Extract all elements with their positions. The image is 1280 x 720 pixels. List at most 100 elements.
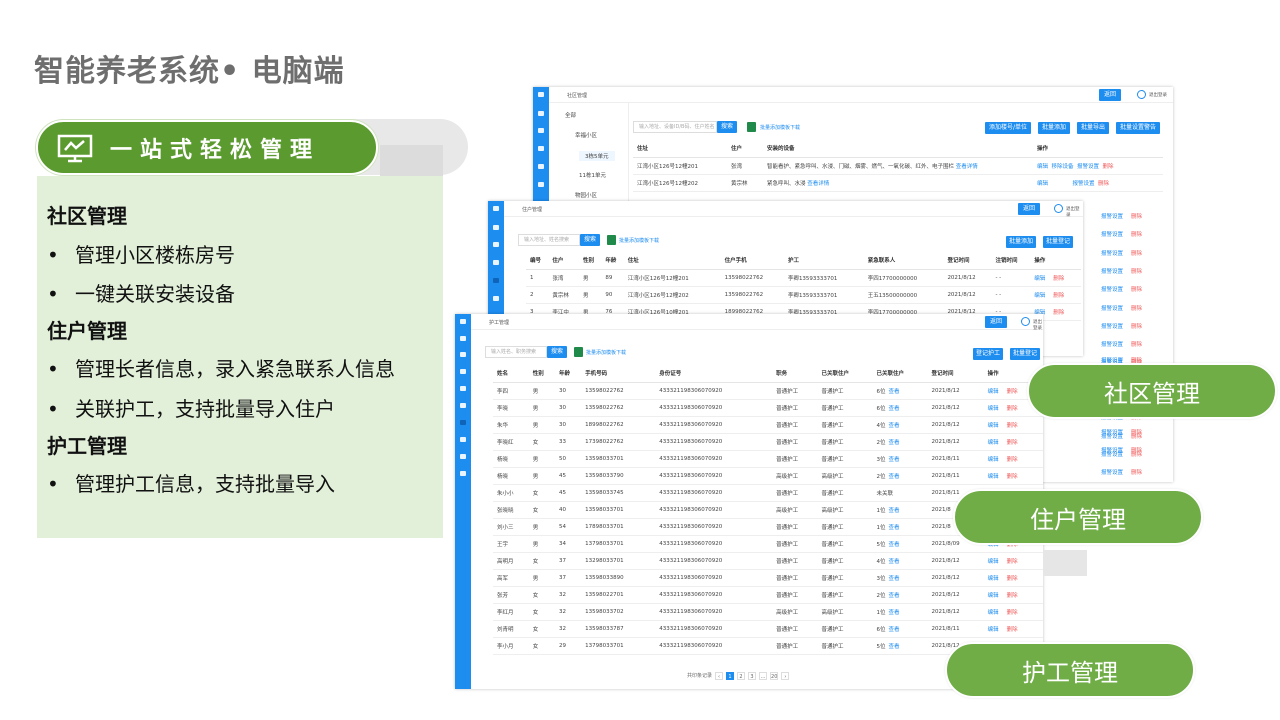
batch-export-button[interactable]: 批量导出 [1077, 122, 1109, 134]
batch-register-button[interactable]: 批量登记 [1010, 348, 1040, 360]
page-button[interactable]: 20 [770, 672, 779, 680]
delete-link[interactable]: 删除 [1131, 306, 1142, 312]
delete-link[interactable]: 删除 [1007, 457, 1018, 463]
message-icon[interactable] [493, 225, 499, 230]
delete-link[interactable]: 删除 [1007, 576, 1018, 582]
search-input[interactable]: 输入地址、姓名搜索 [518, 234, 580, 246]
edit-link[interactable]: 编辑 [988, 610, 999, 616]
edit-link[interactable]: 编辑 [1037, 164, 1048, 170]
delete-link[interactable]: 删除 [1007, 627, 1018, 633]
delete-link[interactable]: 删除 [1007, 474, 1018, 480]
edit-link[interactable]: 编辑 [988, 593, 999, 599]
tree-item[interactable]: 11栋1单元 [579, 171, 606, 179]
view-link[interactable]: 查看 [888, 508, 899, 514]
template-download-link[interactable]: 批量添加模板下载 [760, 124, 800, 131]
document-icon[interactable] [538, 182, 544, 187]
page-button[interactable]: 1 [726, 672, 735, 680]
batch-register-button[interactable]: 批量登记 [1043, 236, 1073, 248]
gear-icon[interactable] [460, 454, 466, 459]
user-icon[interactable] [538, 164, 544, 169]
delete-link[interactable]: 删除 [1131, 269, 1142, 275]
tree-item[interactable]: 幸福小区 [575, 131, 597, 139]
delete-link[interactable]: 删除 [1131, 251, 1142, 257]
delete-link[interactable]: 删除 [1007, 389, 1018, 395]
settings-icon[interactable] [493, 260, 499, 265]
view-details-link[interactable]: 查看详情 [807, 181, 829, 187]
alarm-settings-link[interactable]: 报警设置 [1101, 430, 1123, 436]
view-link[interactable]: 查看 [888, 457, 899, 463]
view-link[interactable]: 查看 [888, 610, 899, 616]
edit-link[interactable]: 编辑 [988, 576, 999, 582]
delete-link[interactable]: 删除 [1131, 232, 1142, 238]
delete-link[interactable]: 删除 [1007, 440, 1018, 446]
avatar-icon[interactable] [1021, 317, 1030, 326]
edit-link[interactable]: 编辑 [988, 423, 999, 429]
batch-add-button[interactable]: 批量添加 [1006, 236, 1036, 248]
alarm-settings-link[interactable]: 报警设置 [1101, 306, 1123, 312]
tree-item[interactable]: 物园小区 [575, 191, 597, 199]
edit-link[interactable]: 编辑 [988, 457, 999, 463]
search-button[interactable]: 搜索 [717, 121, 737, 133]
view-link[interactable]: 查看 [888, 474, 899, 480]
delete-link[interactable]: 删除 [1131, 287, 1142, 293]
view-link[interactable]: 查看 [888, 406, 899, 412]
search-button[interactable]: 搜索 [547, 346, 567, 358]
user-icon[interactable] [460, 420, 466, 425]
view-link[interactable]: 查看 [888, 525, 899, 531]
edit-link[interactable]: 编辑 [988, 627, 999, 633]
view-link[interactable]: 查看 [888, 627, 899, 633]
back-button[interactable]: 返回 [985, 316, 1007, 328]
edit-link[interactable]: 编辑 [1037, 181, 1048, 187]
delete-link[interactable]: 删除 [1053, 293, 1064, 299]
view-link[interactable]: 查看 [888, 644, 899, 650]
page-button[interactable]: 2 [737, 672, 746, 680]
remove-device-link[interactable]: 移除设备 [1052, 164, 1074, 170]
settings-icon[interactable] [460, 369, 466, 374]
search-button[interactable]: 搜索 [580, 234, 600, 246]
delete-link[interactable]: 删除 [1053, 310, 1064, 316]
view-link[interactable]: 查看 [888, 440, 899, 446]
logout-link[interactable]: 退出登录 [1066, 206, 1083, 218]
delete-link[interactable]: 删除 [1098, 181, 1109, 187]
alarm-settings-link[interactable]: 报警设置 [1073, 181, 1095, 187]
back-button[interactable]: 返回 [1018, 203, 1040, 215]
edit-link[interactable]: 编辑 [988, 474, 999, 480]
delete-link[interactable]: 删除 [1007, 406, 1018, 412]
edit-link[interactable]: 编辑 [988, 559, 999, 565]
bell-icon[interactable] [493, 242, 499, 247]
alarm-settings-link[interactable]: 报警设置 [1101, 232, 1123, 238]
settings-icon[interactable] [538, 146, 544, 151]
delete-link[interactable]: 删除 [1131, 342, 1142, 348]
back-button[interactable]: 返回 [1099, 89, 1121, 101]
edit-link[interactable]: 编辑 [988, 406, 999, 412]
tree-item-selected[interactable]: 3栋5单元 [579, 151, 615, 161]
delete-link[interactable]: 删除 [1007, 423, 1018, 429]
alarm-settings-link[interactable]: 报警设置 [1077, 164, 1099, 170]
alarm-settings-link[interactable]: 报警设置 [1101, 269, 1123, 275]
alarm-settings-link[interactable]: 报警设置 [1101, 287, 1123, 293]
edit-link[interactable]: 编辑 [1034, 276, 1045, 282]
avatar-icon[interactable] [1054, 204, 1063, 213]
alarm-settings-link[interactable]: 报警设置 [1101, 448, 1123, 454]
message-icon[interactable] [460, 336, 466, 341]
delete-link[interactable]: 删除 [1103, 164, 1114, 170]
delete-link[interactable]: 删除 [1007, 610, 1018, 616]
edit-link[interactable]: 编辑 [988, 389, 999, 395]
document-icon[interactable] [460, 386, 466, 391]
view-details-link[interactable]: 查看详情 [956, 164, 978, 170]
logout-link[interactable]: 退出登录 [1149, 92, 1167, 98]
view-link[interactable]: 查看 [888, 389, 899, 395]
register-caregiver-button[interactable]: 登记护工 [973, 348, 1003, 360]
delete-link[interactable]: 删除 [1131, 430, 1142, 436]
page-button[interactable]: ... [759, 672, 768, 680]
alarm-settings-link[interactable]: 报警设置 [1101, 214, 1123, 220]
tree-item[interactable]: 全部 [565, 111, 576, 119]
delete-link[interactable]: 删除 [1007, 593, 1018, 599]
delete-link[interactable]: 删除 [1053, 276, 1064, 282]
bell-icon[interactable] [538, 128, 544, 133]
view-link[interactable]: 查看 [888, 423, 899, 429]
search-input[interactable]: 输入地址、设备ID/B码、住户姓名 [633, 121, 717, 133]
delete-link[interactable]: 删除 [1007, 559, 1018, 565]
delete-link[interactable]: 删除 [1131, 324, 1142, 330]
template-download-link[interactable]: 批量添加模板下载 [586, 349, 626, 356]
